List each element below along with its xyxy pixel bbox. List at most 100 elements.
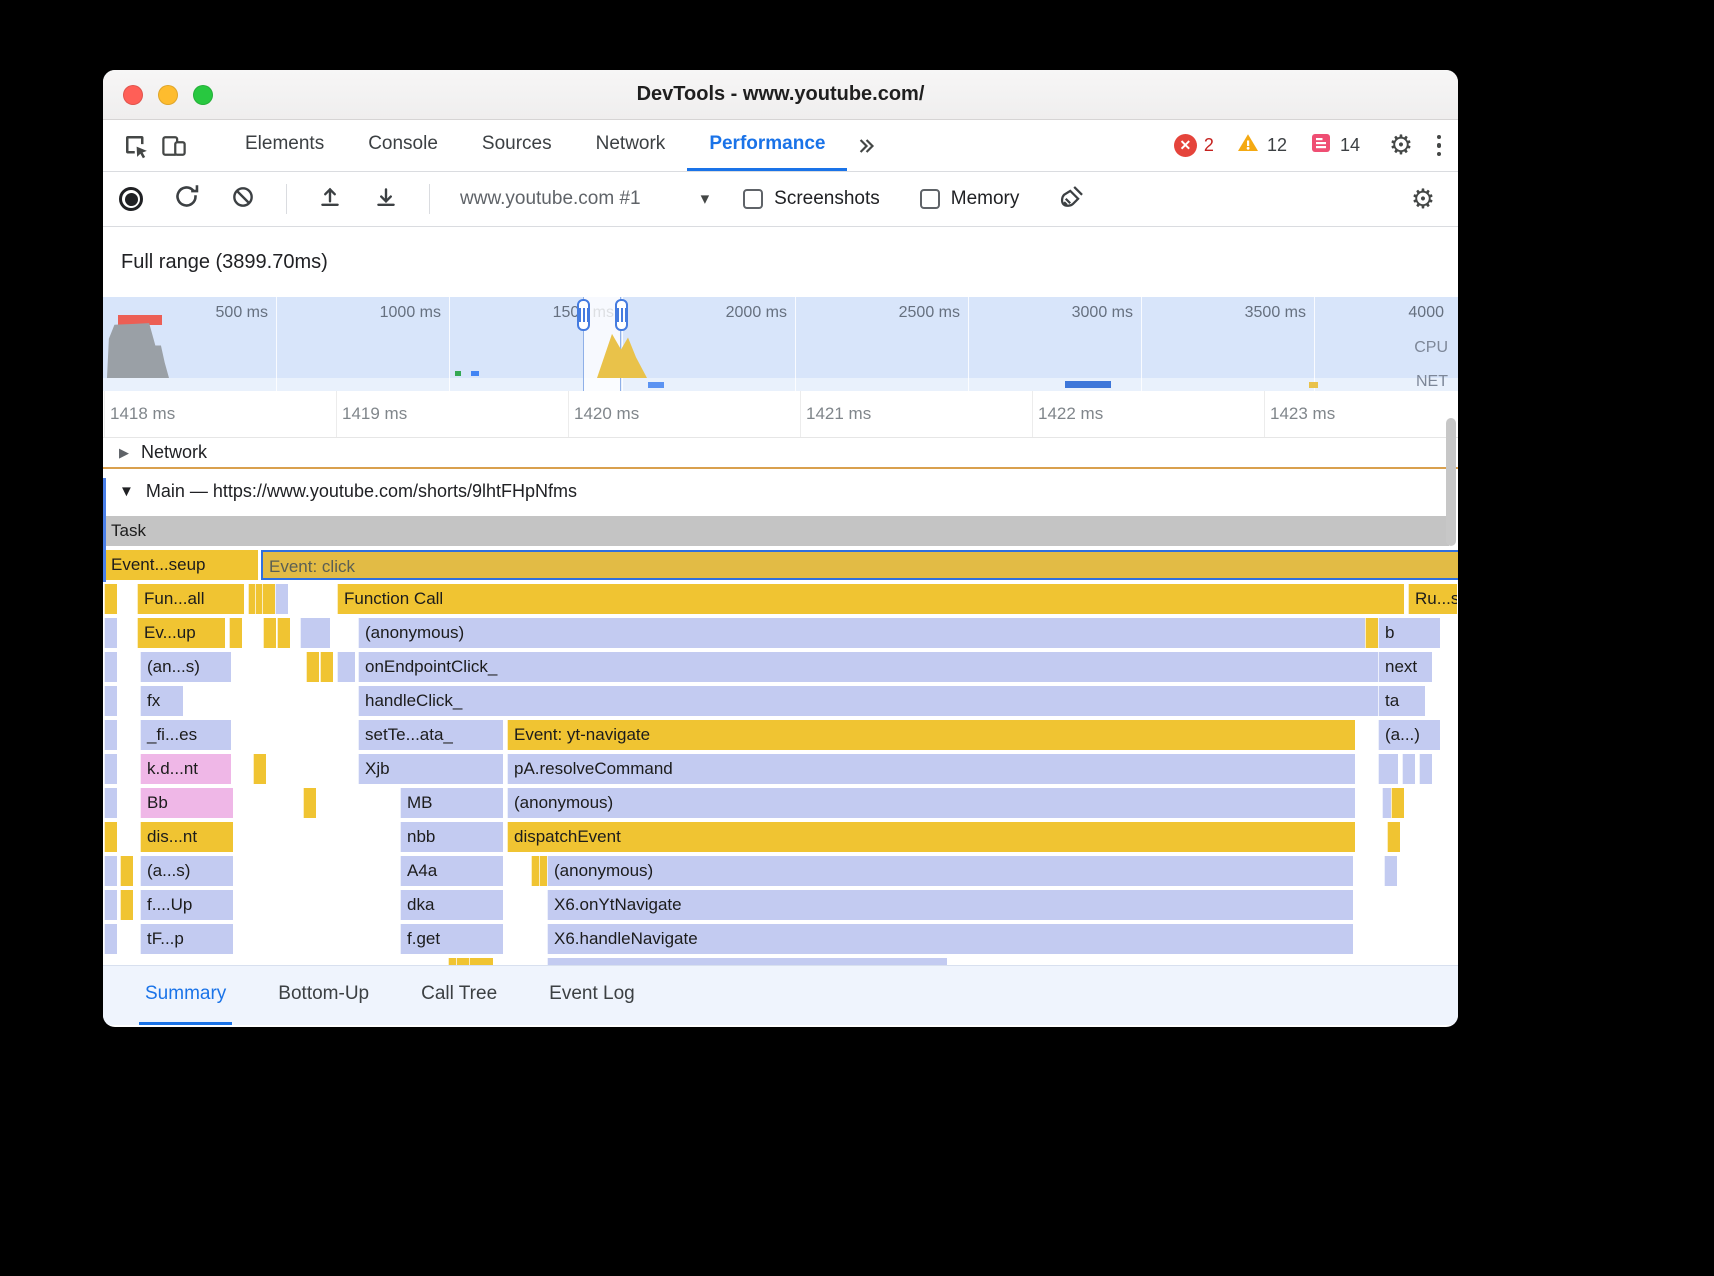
flame-bar-bb[interactable]: Bb <box>140 788 233 818</box>
screenshots-checkbox[interactable]: Screenshots <box>743 188 880 210</box>
flame-bar[interactable] <box>306 652 319 682</box>
flame-bar-function-call[interactable]: Function Call <box>337 584 1404 614</box>
flame-bar-mb[interactable]: MB <box>400 788 503 818</box>
load-profile-icon[interactable] <box>317 184 343 215</box>
details-tab-call-tree[interactable]: Call Tree <box>415 966 503 1025</box>
flame-bar[interactable] <box>303 788 316 818</box>
flame-bar[interactable] <box>253 754 266 784</box>
flame-bar[interactable] <box>104 754 117 784</box>
selection-right-handle[interactable] <box>615 299 628 331</box>
close-button[interactable] <box>123 85 143 105</box>
flame-bar[interactable] <box>275 584 288 614</box>
flame-bar[interactable] <box>263 618 276 648</box>
save-profile-icon[interactable] <box>373 184 399 215</box>
flame-bar[interactable] <box>337 652 355 682</box>
main-track-header[interactable]: ▼ Main — https://www.youtube.com/shorts/… <box>103 469 1458 514</box>
flame-bar-f-get[interactable]: f.get <box>400 924 503 954</box>
flame-bar[interactable] <box>104 720 117 750</box>
kebab-menu-icon[interactable] <box>1420 127 1458 165</box>
titlebar[interactable]: DevTools - www.youtube.com/ <box>103 70 1458 120</box>
error-badge[interactable]: ✕ 2 <box>1174 134 1214 157</box>
flame-bar[interactable] <box>104 856 117 886</box>
timeline-overview[interactable]: 500 ms1000 ms1500 ms2000 ms2500 ms3000 m… <box>103 297 1458 391</box>
flame-bar[interactable] <box>456 958 469 965</box>
flame-bar-b[interactable]: b <box>1378 618 1440 648</box>
memory-checkbox[interactable]: Memory <box>920 188 1020 210</box>
flame-bar[interactable] <box>1378 754 1398 784</box>
flame-bar-handleclick[interactable]: handleClick_ <box>358 686 1404 716</box>
flame-bar-ru-s[interactable]: Ru...s <box>1408 584 1457 614</box>
flame-bar-anonymous[interactable]: (anonymous) <box>547 856 1353 886</box>
flame-bar-dis-nt[interactable]: dis...nt <box>140 822 233 852</box>
network-track-header[interactable]: ▶ Network <box>103 438 1458 469</box>
record-button[interactable] <box>119 187 143 211</box>
profile-history-select[interactable]: www.youtube.com #1 ▾ <box>460 188 709 210</box>
flame-bar[interactable] <box>104 890 117 920</box>
flame-bar-event-seup[interactable]: Event...seup <box>104 550 258 580</box>
tab-network[interactable]: Network <box>574 120 688 171</box>
zoom-button[interactable] <box>193 85 213 105</box>
flame-bar[interactable] <box>1402 754 1415 784</box>
flame-bar[interactable] <box>120 890 133 920</box>
settings-gear-icon[interactable]: ⚙ <box>1382 127 1420 165</box>
flame-bar-a-s[interactable]: (a...s) <box>140 856 233 886</box>
flame-bar[interactable] <box>104 652 117 682</box>
flame-bar-xjb[interactable]: Xjb <box>358 754 503 784</box>
tab-console[interactable]: Console <box>346 120 460 171</box>
flame-bar[interactable] <box>1365 618 1378 648</box>
minimize-button[interactable] <box>158 85 178 105</box>
inspect-element-icon[interactable] <box>117 127 155 165</box>
flame-bar[interactable] <box>1387 822 1400 852</box>
flame-bar-sette-ata[interactable]: setTe...ata_ <box>358 720 503 750</box>
warning-badge[interactable]: 12 <box>1236 131 1287 160</box>
details-tab-summary[interactable]: Summary <box>139 966 232 1025</box>
flame-bar-fx[interactable]: fx <box>140 686 183 716</box>
flame-bar[interactable] <box>229 618 242 648</box>
flame-bar[interactable] <box>104 788 117 818</box>
flame-bar[interactable] <box>1384 856 1397 886</box>
flame-bar[interactable] <box>262 584 275 614</box>
expanded-triangle-icon[interactable]: ▼ <box>119 483 134 500</box>
flame-bar-a4a[interactable]: A4a <box>400 856 503 886</box>
flame-bar-f-up[interactable]: f....Up <box>140 890 233 920</box>
capture-settings-gear-icon[interactable]: ⚙ <box>1404 180 1442 218</box>
flame-bar[interactable] <box>547 958 947 965</box>
flame-bar-anonymous[interactable]: (anonymous) <box>358 618 1404 648</box>
flame-bar-fi-es[interactable]: _fi...es <box>140 720 231 750</box>
flame-bar-anonymous[interactable]: (anonymous) <box>507 788 1355 818</box>
more-tabs-icon[interactable] <box>847 127 885 165</box>
flame-bar[interactable] <box>300 618 330 648</box>
flame-chart[interactable]: TaskEvent...seupEvent: clickFun...allFun… <box>103 514 1458 965</box>
flame-bar[interactable] <box>1391 788 1404 818</box>
flame-bar[interactable] <box>104 822 117 852</box>
flame-bar-event-yt-navigate[interactable]: Event: yt-navigate <box>507 720 1355 750</box>
flame-bar-tf-p[interactable]: tF...p <box>140 924 233 954</box>
flame-bar-dka[interactable]: dka <box>400 890 503 920</box>
flame-bar[interactable] <box>104 686 117 716</box>
flame-bar[interactable] <box>1419 754 1432 784</box>
selection-left-handle[interactable] <box>577 299 590 331</box>
reload-and-record-icon[interactable] <box>173 183 200 215</box>
flame-bar-dispatchevent[interactable]: dispatchEvent <box>507 822 1355 852</box>
flame-bar-ta[interactable]: ta <box>1378 686 1425 716</box>
flame-bar[interactable] <box>469 958 493 965</box>
garbage-collect-icon[interactable] <box>1059 183 1086 215</box>
flame-bar[interactable] <box>320 652 333 682</box>
clear-icon[interactable] <box>230 184 256 215</box>
collapsed-triangle-icon[interactable]: ▶ <box>119 445 129 461</box>
vertical-scrollbar[interactable] <box>1446 418 1456 546</box>
flame-bar-nbb[interactable]: nbb <box>400 822 503 852</box>
flame-bar-an-s[interactable]: (an...s) <box>140 652 231 682</box>
flame-bar[interactable] <box>104 584 117 614</box>
flame-bar-event-click[interactable]: Event: click <box>261 550 1458 580</box>
flame-bar-ev-up[interactable]: Ev...up <box>137 618 225 648</box>
flame-bar[interactable] <box>277 618 290 648</box>
flame-bar-pa-resolvecommand[interactable]: pA.resolveCommand <box>507 754 1355 784</box>
flame-bar[interactable] <box>104 924 117 954</box>
details-tab-bottom-up[interactable]: Bottom-Up <box>272 966 375 1025</box>
device-toolbar-icon[interactable] <box>155 127 193 165</box>
flame-bar-task[interactable]: Task <box>104 516 1449 546</box>
flame-bar-a[interactable]: (a...) <box>1378 720 1440 750</box>
flame-bar-x6-onytnavigate[interactable]: X6.onYtNavigate <box>547 890 1353 920</box>
tab-sources[interactable]: Sources <box>460 120 574 171</box>
